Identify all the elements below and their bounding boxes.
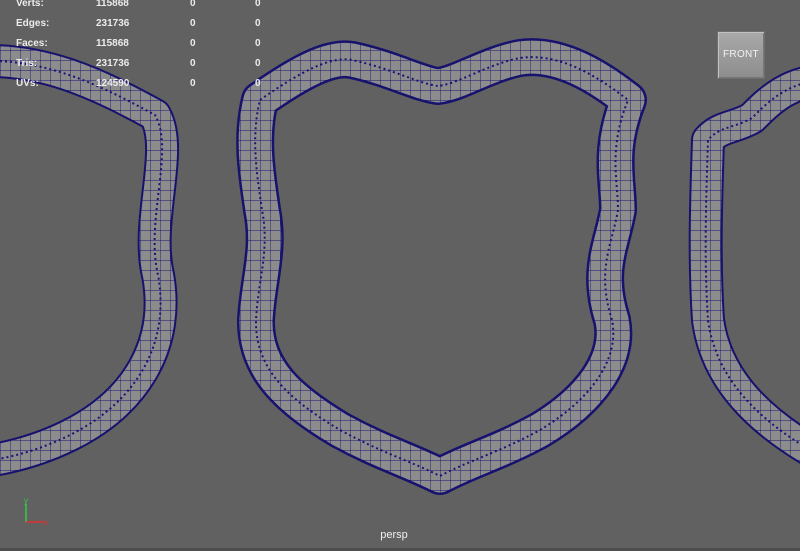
hud-value: 0 (190, 58, 196, 69)
hud-value: 0 (190, 38, 196, 49)
hud-label: UVs: (16, 78, 39, 89)
hud-row-verts: Verts: 115868 0 0 (0, 0, 280, 12)
axis-gizmo-icon: y x (24, 496, 48, 527)
hud-label: Edges: (16, 18, 50, 29)
hud-value: 0 (255, 0, 261, 9)
hud-label: Verts: (16, 0, 44, 9)
hud-value: 0 (255, 58, 261, 69)
hud-value: 0 (255, 78, 261, 89)
hud-row-edges: Edges: 231736 0 0 (0, 16, 280, 32)
hud-value: 231736 (96, 58, 130, 69)
hud-value: 115868 (96, 0, 129, 9)
hud-label: Tris: (16, 58, 38, 69)
hud-value: 0 (255, 18, 261, 29)
hud-value: 231736 (96, 18, 130, 29)
hud-value: 0 (190, 18, 196, 29)
shield-mesh-right[interactable] (688, 66, 800, 464)
view-cube-label: FRONT (723, 49, 759, 60)
hud-value: 0 (190, 0, 196, 9)
view-cube-icon[interactable]: FRONT (717, 31, 765, 79)
hud-row-uvs: UVs: 124590 0 0 (0, 76, 280, 92)
hud-row-tris: Tris: 231736 0 0 (0, 56, 280, 72)
hud-value: 0 (255, 38, 261, 49)
polycount-hud: Verts: 115868 0 0 Edges: 231736 0 0 Face… (0, 0, 280, 100)
maya-viewport[interactable]: Verts: 115868 0 0 Edges: 231736 0 0 Face… (0, 0, 800, 551)
hud-row-faces: Faces: 115868 0 0 (0, 36, 280, 52)
shield-mesh-left[interactable] (0, 44, 180, 477)
shield-mesh-center[interactable] (236, 38, 647, 495)
hud-value: 124590 (96, 78, 130, 89)
camera-label: persp (380, 529, 408, 541)
hud-label: Faces: (16, 38, 48, 49)
hud-value: 115868 (96, 38, 129, 49)
axis-y-label: y (24, 496, 28, 505)
axis-x-label: x (44, 518, 48, 527)
hud-value: 0 (190, 78, 196, 89)
